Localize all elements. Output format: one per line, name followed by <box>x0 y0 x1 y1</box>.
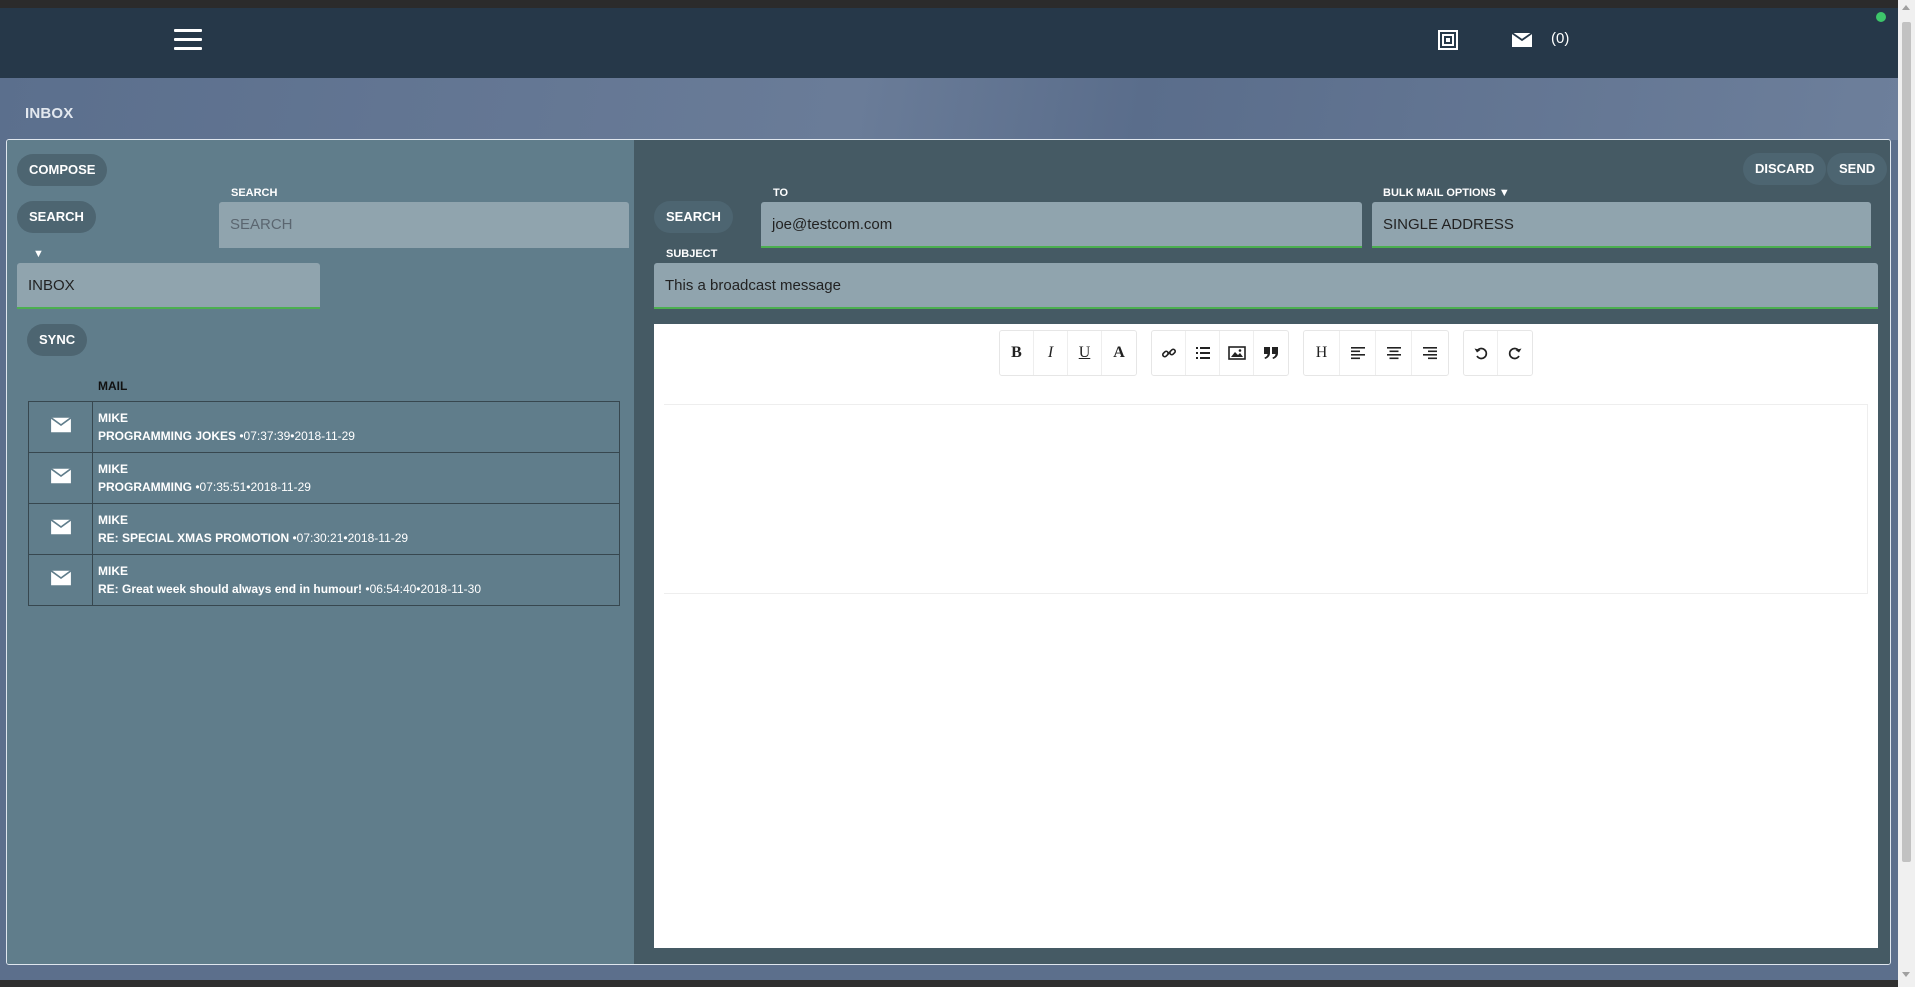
send-button[interactable]: SEND <box>1827 153 1888 185</box>
mail-meta: •07:37:39•2018-11-29 <box>236 429 355 443</box>
page-banner <box>0 78 1898 140</box>
mail-meta: •07:35:51•2018-11-29 <box>192 480 311 494</box>
editor-toolbar: B I U A H <box>999 330 1547 376</box>
rich-text-editor[interactable]: B I U A H <box>654 324 1878 948</box>
mail-row[interactable]: MIKE PROGRAMMING JOKES •07:37:39•2018-11… <box>28 401 620 453</box>
compose-button[interactable]: COMPOSE <box>17 154 108 186</box>
link-icon <box>1161 348 1176 358</box>
heading-button[interactable]: H <box>1304 331 1340 375</box>
mail-subject: RE: Great week should always end in humo… <box>98 582 363 596</box>
block-group: H <box>1303 330 1449 376</box>
app-header: (0) <box>0 8 1898 78</box>
compose-pane: DISCARD SEND SEARCH TO joe@testcom.com B… <box>634 140 1890 964</box>
search-field-label: SEARCH <box>231 187 278 199</box>
mail-row-icon-cell <box>28 554 93 606</box>
mail-row-text: MIKE PROGRAMMING JOKES •07:37:39•2018-11… <box>92 401 620 453</box>
envelope-icon <box>50 518 71 534</box>
recipient-search-button[interactable]: SEARCH <box>654 201 733 233</box>
undo-button[interactable] <box>1464 331 1498 375</box>
mail-row[interactable]: MIKE RE: Great week should always end in… <box>28 554 620 606</box>
mail-icon[interactable] <box>1510 28 1534 52</box>
history-group <box>1463 330 1533 376</box>
envelope-icon <box>50 416 71 432</box>
link-button[interactable] <box>1152 331 1186 375</box>
notes-icon[interactable] <box>1436 28 1460 52</box>
mail-row[interactable]: MIKE PROGRAMMING •07:35:51•2018-11-29 <box>28 452 620 504</box>
image-button[interactable] <box>1220 331 1254 375</box>
mail-row-text: MIKE PROGRAMMING •07:35:51•2018-11-29 <box>92 452 620 504</box>
mail-row-text: MIKE RE: Great week should always end in… <box>92 554 620 606</box>
page-title: INBOX <box>25 105 74 122</box>
mail-from: MIKE <box>98 513 128 527</box>
mail-row-icon-cell <box>28 452 93 504</box>
search-button[interactable]: SEARCH <box>17 201 96 233</box>
mail-column-header: MAIL <box>98 379 128 393</box>
mail-subject: PROGRAMMING <box>98 480 192 494</box>
subject-field[interactable]: This a broadcast message <box>654 263 1878 309</box>
mailbox-pane: COMPOSE SEARCH SEARCH SEARCH ▼ INBOX SYN… <box>7 140 634 964</box>
redo-icon <box>1508 347 1522 360</box>
image-icon <box>1227 346 1246 360</box>
envelope-icon <box>50 569 71 585</box>
mail-from: MIKE <box>98 564 128 578</box>
mail-meta: •07:30:21•2018-11-29 <box>289 531 409 545</box>
align-center-button[interactable] <box>1376 331 1412 375</box>
editor-content-area[interactable] <box>664 404 1868 594</box>
align-left-icon <box>1350 347 1365 360</box>
list-icon <box>1195 347 1210 359</box>
quote-icon <box>1264 347 1278 359</box>
to-field[interactable]: joe@testcom.com <box>761 202 1362 248</box>
to-label: TO <box>773 187 789 199</box>
bold-button[interactable]: B <box>1000 331 1034 375</box>
underline-button[interactable]: U <box>1068 331 1102 375</box>
bottom-bar <box>0 980 1898 987</box>
align-left-button[interactable] <box>1340 331 1376 375</box>
align-right-button[interactable] <box>1412 331 1448 375</box>
mail-card: COMPOSE SEARCH SEARCH SEARCH ▼ INBOX SYN… <box>6 139 1891 965</box>
quote-button[interactable] <box>1254 331 1288 375</box>
folder-select[interactable]: INBOX <box>17 263 320 309</box>
scroll-up-icon[interactable] <box>1902 5 1910 10</box>
format-group: B I U A <box>999 330 1137 376</box>
scroll-down-icon[interactable] <box>1902 972 1910 977</box>
mail-count[interactable]: (0) <box>1551 30 1569 47</box>
mail-subject: PROGRAMMING JOKES <box>98 429 237 443</box>
align-center-icon <box>1386 347 1401 360</box>
hamburger-icon[interactable] <box>174 29 202 51</box>
sync-button[interactable]: SYNC <box>27 324 88 356</box>
insert-group <box>1151 330 1289 376</box>
scrollbar-thumb[interactable] <box>1902 22 1911 862</box>
list-button[interactable] <box>1186 331 1220 375</box>
italic-button[interactable]: I <box>1034 331 1068 375</box>
envelope-icon <box>50 467 71 483</box>
mail-from: MIKE <box>98 462 128 476</box>
search-input[interactable]: SEARCH <box>219 202 629 248</box>
mail-subject: RE: SPECIAL XMAS PROMOTION <box>98 531 290 545</box>
mail-row[interactable]: MIKE RE: SPECIAL XMAS PROMOTION •07:30:2… <box>28 503 620 555</box>
status-dot <box>1876 12 1886 22</box>
mail-from: MIKE <box>98 411 128 425</box>
page-scrollbar[interactable] <box>1898 0 1915 987</box>
mail-list: MIKE PROGRAMMING JOKES •07:37:39•2018-11… <box>28 401 620 606</box>
folder-caret[interactable]: ▼ <box>33 248 44 260</box>
font-color-button[interactable]: A <box>1102 331 1136 375</box>
redo-button[interactable] <box>1498 331 1532 375</box>
bulk-mail-label[interactable]: BULK MAIL OPTIONS ▼ <box>1383 187 1510 199</box>
mail-row-icon-cell <box>28 503 93 555</box>
align-right-icon <box>1423 347 1437 360</box>
discard-button[interactable]: DISCARD <box>1743 153 1827 185</box>
browser-top-strip <box>0 0 1915 8</box>
mail-meta: •06:54:40•2018-11-30 <box>362 582 482 596</box>
subject-label: SUBJECT <box>666 248 718 260</box>
undo-icon <box>1474 347 1487 360</box>
bulk-mail-select[interactable]: SINGLE ADDRESS <box>1372 202 1871 248</box>
mail-row-text: MIKE RE: SPECIAL XMAS PROMOTION •07:30:2… <box>92 503 620 555</box>
mail-row-icon-cell <box>28 401 93 453</box>
